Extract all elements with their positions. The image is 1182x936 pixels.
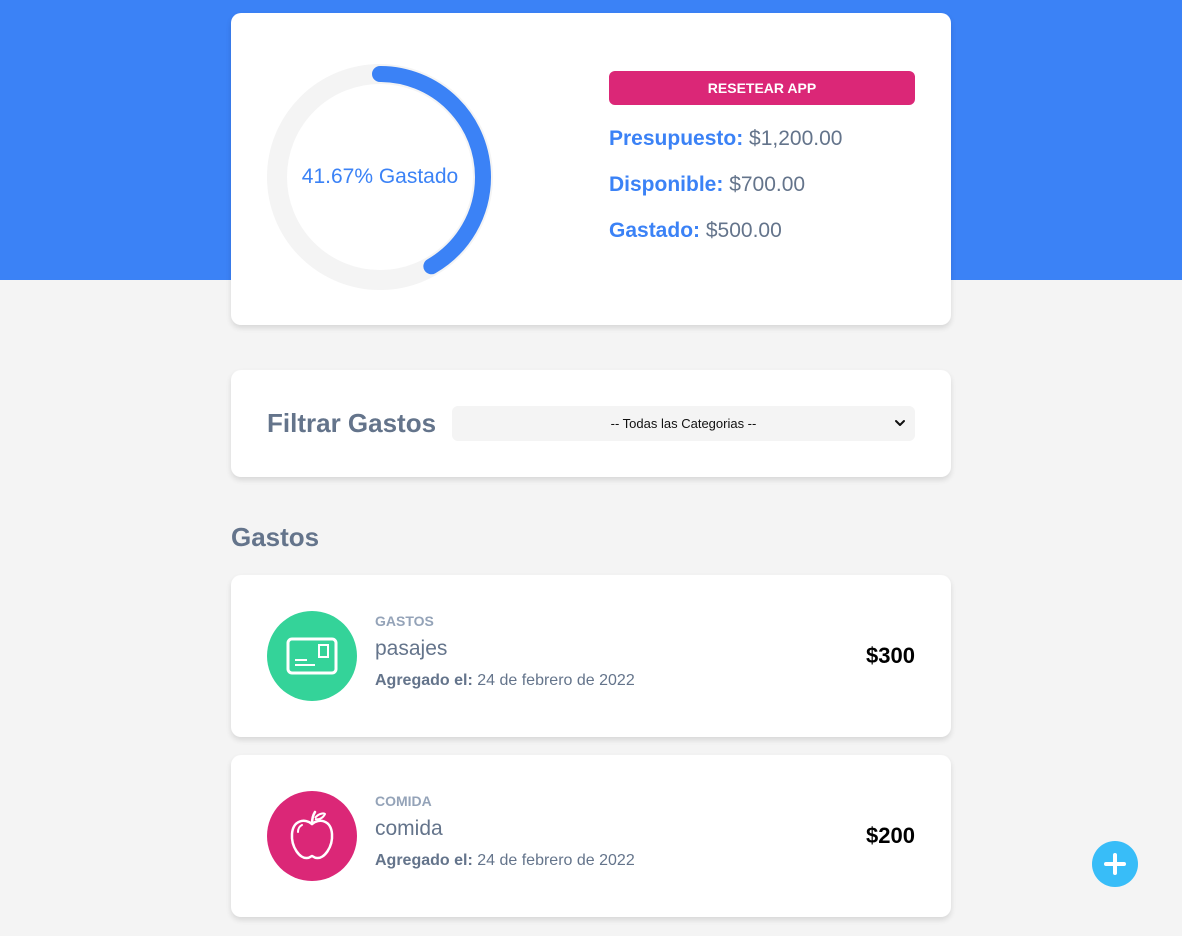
expense-date: Agregado el: 24 de febrero de 2022 [375,852,635,870]
presupuesto-label: Presupuesto: [609,127,744,150]
expense-item[interactable]: GASTOS pasajes Agregado el: 24 de febrer… [231,575,951,737]
expense-name: comida [375,817,443,840]
gastado-value: $500.00 [705,219,782,242]
disponible-value: $700.00 [729,173,806,196]
expense-amount: $200 [866,823,915,848]
presupuesto-value: $1,200.00 [749,127,843,150]
expense-icon-circle [267,611,357,701]
category-select-value: -- Todas las Categorias -- [610,416,757,431]
chevron-down-icon [895,420,905,426]
ticket-icon [286,637,338,675]
expense-icon-circle [267,791,357,881]
disponible-label: Disponible: [609,173,724,196]
filter-card: Filtrar Gastos -- Todas las Categorias -… [231,370,951,477]
expenses-title: Gastos [231,522,320,552]
expense-item[interactable]: COMIDA comida Agregado el: 24 de febrero… [231,755,951,917]
category-select[interactable]: -- Todas las Categorias -- [452,406,915,441]
apple-icon [290,810,334,860]
expense-date: Agregado el: 24 de febrero de 2022 [375,672,635,690]
spent-stat: Gastado: $500.00 [609,219,782,243]
gastado-label: Gastado: [609,219,701,242]
add-expense-button[interactable] [1092,841,1138,887]
plus-icon [1104,853,1126,875]
expense-category: COMIDA [375,793,432,809]
expense-date-label: Agregado el: [375,672,473,689]
filter-title: Filtrar Gastos [267,408,437,438]
budget-stat: Presupuesto: $1,200.00 [609,127,842,151]
available-stat: Disponible: $700.00 [609,173,805,197]
expense-category: GASTOS [375,613,434,629]
percent-spent-label: 41.67% Gastado [301,165,459,188]
expense-date-label: Agregado el: [375,852,473,869]
reset-app-button[interactable]: RESETEAR APP [609,71,915,105]
expense-amount: $300 [866,643,915,668]
budget-card: 41.67% Gastado RESETEAR APP Presupuesto:… [231,13,951,325]
expense-date-value: 24 de febrero de 2022 [477,852,635,869]
expense-date-value: 24 de febrero de 2022 [477,672,635,689]
expense-name: pasajes [375,637,448,660]
